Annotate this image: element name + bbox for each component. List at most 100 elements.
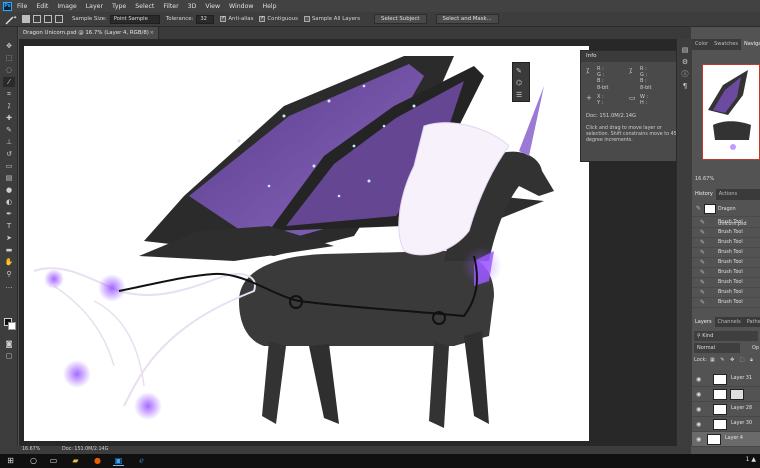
close-tab-icon[interactable]: × xyxy=(149,27,154,39)
more-tools-icon[interactable]: … xyxy=(3,281,15,291)
tab-swatches[interactable]: Swatches xyxy=(711,39,741,50)
type-tool-icon[interactable]: T xyxy=(3,221,15,231)
adjust-icon[interactable]: ☰ xyxy=(516,91,522,99)
brush-history-icon: ✎ xyxy=(700,289,706,296)
move-tool-icon[interactable]: ✥ xyxy=(3,41,15,51)
clone-stamp-tool-icon[interactable]: ⊥ xyxy=(3,137,15,147)
path-selection-tool-icon[interactable]: ➤ xyxy=(3,233,15,243)
lasso-tool-icon[interactable]: ◌ xyxy=(3,65,15,75)
history-item[interactable]: ✎ Brush Tool xyxy=(692,288,760,298)
blur-tool-icon[interactable]: ● xyxy=(3,185,15,195)
select-and-mask-button[interactable]: Select and Mask... xyxy=(435,14,499,24)
layer-row[interactable]: ◉ Layer 30 xyxy=(692,417,760,432)
tolerance-input[interactable]: 32 xyxy=(196,14,215,24)
shape-tool-icon[interactable]: ▬ xyxy=(3,245,15,255)
brush-preset-icon[interactable]: ✎ xyxy=(516,67,522,75)
history-item[interactable]: ✎ Brush Tool xyxy=(692,278,760,288)
document-tab[interactable]: Dragon Unicorn.psd @ 16.7% (Layer 4, RGB… xyxy=(19,27,159,39)
history-snapshot[interactable]: ✎ Dragon Unicorn.psd xyxy=(692,202,760,227)
background-color-swatch[interactable] xyxy=(8,322,16,330)
menu-file[interactable]: File xyxy=(17,3,27,10)
system-tray[interactable]: 1 ▲ xyxy=(746,456,756,463)
visibility-eye-icon[interactable]: ◉ xyxy=(696,436,701,443)
firefox-icon[interactable]: ● xyxy=(92,456,103,466)
history-item[interactable]: ✎ Brush Tool xyxy=(692,248,760,258)
crop-tool-icon[interactable]: ⌗ xyxy=(3,89,15,99)
layer-kind-filter[interactable]: ⚲ Kind xyxy=(694,331,758,341)
contiguous-checkbox[interactable]: Contiguous xyxy=(259,15,298,22)
intersect-selection-button[interactable] xyxy=(55,15,63,23)
blend-mode-select[interactable]: Normal xyxy=(694,343,740,353)
clone-source-icon[interactable]: ⌬ xyxy=(516,79,522,87)
menu-select[interactable]: Select xyxy=(135,3,154,10)
visibility-eye-icon[interactable]: ◉ xyxy=(696,406,701,413)
windows-start-icon[interactable]: ⊞ xyxy=(5,456,16,466)
marquee-tool-icon[interactable]: ⬚ xyxy=(3,53,15,63)
layer-row-selected[interactable]: ◉ Layer 4 xyxy=(692,432,760,447)
search-icon[interactable]: ○ xyxy=(28,456,39,466)
magic-wand-icon[interactable]: ✦ xyxy=(4,14,18,25)
select-subject-button[interactable]: Select Subject xyxy=(374,14,427,24)
menu-view[interactable]: View xyxy=(205,3,220,10)
magic-wand-tool-icon[interactable]: ⁄ xyxy=(3,77,15,87)
healing-brush-tool-icon[interactable]: ✚ xyxy=(3,113,15,123)
menu-edit[interactable]: Edit xyxy=(36,3,48,10)
menu-help[interactable]: Help xyxy=(262,3,276,10)
gradient-tool-icon[interactable]: ▤ xyxy=(3,173,15,183)
pen-tool-icon[interactable]: ✒ xyxy=(3,209,15,219)
sample-size-select[interactable]: Point Sample xyxy=(109,14,160,24)
zoom-tool-icon[interactable]: ⚲ xyxy=(3,269,15,279)
menu-3d[interactable]: 3D xyxy=(188,3,197,10)
brush-history-icon: ✎ xyxy=(700,249,706,256)
status-zoom[interactable]: 16.67% xyxy=(22,446,40,454)
history-item[interactable]: ✎ Brush Tool xyxy=(692,218,760,228)
eraser-tool-icon[interactable]: ▭ xyxy=(3,161,15,171)
menu-window[interactable]: Window xyxy=(229,3,253,10)
navigator-thumbnail[interactable] xyxy=(702,64,760,160)
new-selection-button[interactable] xyxy=(22,15,30,23)
layer-thumbnail xyxy=(713,374,727,385)
adjust-panel-icon[interactable]: ⚙ xyxy=(680,57,690,67)
menu-layer[interactable]: Layer xyxy=(86,3,103,10)
history-item[interactable]: ✎ Brush Tool xyxy=(692,268,760,278)
properties-panel-icon[interactable]: ⓘ xyxy=(680,69,690,79)
dodge-tool-icon[interactable]: ◐ xyxy=(3,197,15,207)
navigator-zoom-value[interactable]: 16.67% xyxy=(695,176,714,182)
eyedropper-tool-icon[interactable]: ⁒ xyxy=(3,101,15,111)
hand-tool-icon[interactable]: ✋ xyxy=(3,257,15,267)
file-explorer-icon[interactable]: ▰ xyxy=(70,456,81,466)
menu-filter[interactable]: Filter xyxy=(163,3,178,10)
history-brush-tool-icon[interactable]: ↺ xyxy=(3,149,15,159)
quick-mask-icon[interactable]: ◙ xyxy=(3,339,15,349)
screen-mode-icon[interactable]: ▢ xyxy=(3,351,15,361)
lock-icons[interactable]: ▦ ✎ ✥ ⬚ 🔒︎ xyxy=(710,355,755,365)
visibility-eye-icon[interactable]: ◉ xyxy=(696,376,701,383)
tab-actions[interactable]: Actions xyxy=(716,189,740,200)
info-panel-icon[interactable]: ▤ xyxy=(680,45,690,55)
layer-row[interactable]: ◉ xyxy=(692,387,760,402)
task-view-icon[interactable]: ▭ xyxy=(48,456,59,466)
history-item[interactable]: ✎ Brush Tool xyxy=(692,298,760,308)
tab-color[interactable]: Color xyxy=(692,39,711,50)
history-item-label: Brush Tool xyxy=(718,240,743,245)
tab-history[interactable]: History xyxy=(692,189,716,200)
layer-row[interactable]: ◉ Layer 28 xyxy=(692,402,760,417)
menu-type[interactable]: Type xyxy=(112,3,126,10)
menu-image[interactable]: Image xyxy=(57,3,76,10)
brush-tool-icon[interactable]: ✎ xyxy=(3,125,15,135)
history-item[interactable]: ✎ Brush Tool xyxy=(692,238,760,248)
history-item[interactable]: ✎ Brush Tool xyxy=(692,258,760,268)
visibility-eye-icon[interactable]: ◉ xyxy=(696,421,701,428)
edge-browser-icon[interactable]: ℯ xyxy=(136,456,147,466)
visibility-eye-icon[interactable]: ◉ xyxy=(696,391,701,398)
tab-navigator[interactable]: Navigator xyxy=(740,39,760,50)
document-canvas[interactable] xyxy=(24,46,589,441)
add-to-selection-button[interactable] xyxy=(33,15,41,23)
subtract-selection-button[interactable] xyxy=(44,15,52,23)
photoshop-taskbar-icon[interactable]: ▣ xyxy=(113,456,124,466)
layer-row[interactable]: ◉ Layer 31 xyxy=(692,372,760,387)
character-panel-icon[interactable]: ¶ xyxy=(680,81,690,91)
anti-alias-checkbox[interactable]: Anti-alias xyxy=(220,15,253,22)
sample-all-layers-checkbox[interactable]: Sample All Layers xyxy=(303,16,360,22)
history-item[interactable]: ✎ Brush Tool xyxy=(692,228,760,238)
